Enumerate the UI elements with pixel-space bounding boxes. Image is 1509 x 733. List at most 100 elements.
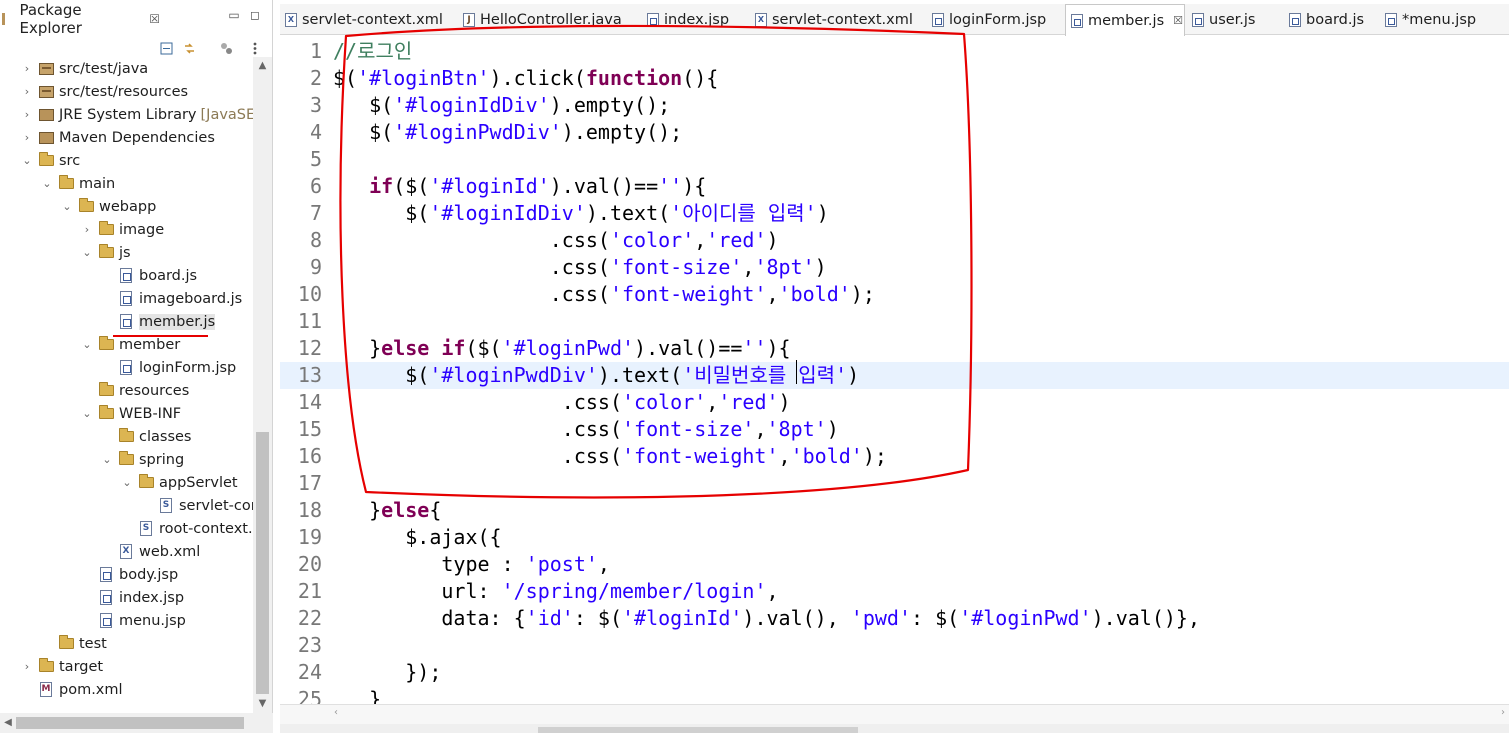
code-line[interactable]: 14 .css('color','red'): [280, 389, 1509, 416]
tree-item-src-test-java[interactable]: › src/test/java: [20, 57, 148, 80]
code-line[interactable]: 21 url: '/spring/member/login',: [280, 578, 1509, 605]
tab-menu-jsp[interactable]: *menu.jsp: [1380, 4, 1500, 35]
code-line[interactable]: 12 }else if($('#loginPwd').val()==''){: [280, 335, 1509, 362]
code-line[interactable]: 3 $('#loginIdDiv').empty();: [280, 92, 1509, 119]
code-line[interactable]: 1 //로그인: [280, 38, 1509, 65]
tree-item-member-js[interactable]: member.js: [100, 310, 216, 333]
tree-item-resources[interactable]: resources: [80, 379, 189, 402]
tree-item-appservlet[interactable]: ⌄ appServlet: [120, 471, 238, 494]
scroll-left-icon[interactable]: ◀: [0, 713, 16, 733]
tab-servlet-context-xml-2[interactable]: X servlet-context.xml: [750, 4, 925, 35]
close-icon[interactable]: ☒: [1173, 14, 1183, 27]
tree-item-maven-dependencies[interactable]: › Maven Dependencies: [20, 126, 215, 149]
tree-item-src[interactable]: ⌄ src: [20, 149, 80, 172]
tree-item-target[interactable]: › target: [20, 655, 103, 678]
focus-icon[interactable]: [220, 40, 233, 54]
tree-item-classes[interactable]: classes: [100, 425, 191, 448]
explorer-horizontal-scrollbar[interactable]: ◀: [0, 713, 273, 733]
tree-item-servlet-context-xml[interactable]: S servlet-con: [140, 494, 253, 517]
code-line[interactable]: 18 }else{: [280, 497, 1509, 524]
code-line[interactable]: 13 $('#loginPwdDiv').text('비밀번호를 입력'): [280, 362, 1509, 389]
tree-item-web-inf[interactable]: ⌄ WEB-INF: [80, 402, 181, 425]
tab-user-js[interactable]: user.js: [1187, 4, 1282, 35]
code-line[interactable]: 22 data: {'id': $('#loginId').val(), 'pw…: [280, 605, 1509, 632]
code-line[interactable]: 7 $('#loginIdDiv').text('아이디를 입력'): [280, 200, 1509, 227]
code-line[interactable]: 15 .css('font-size','8pt'): [280, 416, 1509, 443]
expand-icon[interactable]: ›: [80, 223, 94, 236]
code-line[interactable]: 10 .css('font-weight','bold');: [280, 281, 1509, 308]
tree-item-jre-system-library[interactable]: › JRE System Library [JavaSE-1: [20, 103, 253, 126]
code-line[interactable]: 9 .css('font-size','8pt'): [280, 254, 1509, 281]
scrollbar-thumb[interactable]: [538, 727, 858, 733]
code-line[interactable]: 17: [280, 470, 1509, 497]
code-line[interactable]: 25 }: [280, 686, 1509, 704]
code-token: ,: [597, 552, 610, 576]
tree-item-menu-jsp[interactable]: menu.jsp: [80, 609, 186, 632]
collapse-all-icon[interactable]: [160, 40, 173, 54]
tree-item-board-js[interactable]: board.js: [100, 264, 197, 287]
collapse-icon[interactable]: ⌄: [120, 476, 134, 489]
tab-index-jsp[interactable]: index.jsp: [642, 4, 747, 35]
expand-icon[interactable]: ›: [20, 660, 34, 673]
scroll-right-icon[interactable]: ›: [1501, 707, 1505, 718]
tree-item-webapp[interactable]: ⌄ webapp: [60, 195, 156, 218]
tab-board-js[interactable]: board.js: [1284, 4, 1379, 35]
tab-hellocontroller-java[interactable]: J HelloController.java: [458, 4, 640, 35]
explorer-vertical-scrollbar[interactable]: ▲ ▼: [253, 57, 272, 713]
line-number: 22: [297, 606, 322, 630]
tree-item-web-xml[interactable]: X web.xml: [100, 540, 200, 563]
code-line[interactable]: 19 $.ajax({: [280, 524, 1509, 551]
close-icon[interactable]: ☒: [149, 12, 160, 26]
maximize-button[interactable]: ◻: [248, 8, 262, 22]
tree-item-imageboard-js[interactable]: imageboard.js: [100, 287, 242, 310]
tree-item-spring[interactable]: ⌄ spring: [100, 448, 184, 471]
collapse-icon[interactable]: ⌄: [40, 177, 54, 190]
editor-horizontal-scrollbar[interactable]: ‹ ›: [280, 704, 1509, 724]
tree-item-image[interactable]: › image: [80, 218, 164, 241]
link-with-editor-icon[interactable]: [183, 40, 196, 54]
scroll-left-icon[interactable]: ‹: [334, 707, 338, 718]
collapse-icon[interactable]: ⌄: [80, 338, 94, 351]
tree-item-main[interactable]: ⌄ main: [40, 172, 115, 195]
code-line[interactable]: 8 .css('color','red'): [280, 227, 1509, 254]
tree-item-body-jsp[interactable]: body.jsp: [80, 563, 178, 586]
code-line[interactable]: 2 $('#loginBtn').click(function(){: [280, 65, 1509, 92]
collapse-icon[interactable]: ⌄: [80, 246, 94, 259]
tab-loginform-jsp[interactable]: loginForm.jsp: [927, 4, 1062, 35]
package-explorer-tab[interactable]: Package Explorer ☒: [0, 1, 160, 37]
code-line[interactable]: 20 type : 'post',: [280, 551, 1509, 578]
collapse-icon[interactable]: ⌄: [80, 407, 94, 420]
expand-icon[interactable]: ›: [20, 108, 34, 121]
code-editor[interactable]: 1//로그인 2 $('#loginBtn').click(function(){3…: [280, 36, 1509, 704]
code-line[interactable]: 23: [280, 632, 1509, 659]
tree-item-loginform-jsp[interactable]: loginForm.jsp: [100, 356, 236, 379]
tree-item-src-test-resources[interactable]: › src/test/resources: [20, 80, 188, 103]
collapse-icon[interactable]: ⌄: [100, 453, 114, 466]
code-line[interactable]: 24 });: [280, 659, 1509, 686]
collapse-icon[interactable]: ⌄: [20, 154, 34, 167]
code-token: ($(: [393, 174, 430, 198]
tree-item-js[interactable]: ⌄ js: [80, 241, 131, 264]
scroll-up-icon[interactable]: ▲: [253, 57, 272, 75]
tree-item-root-context-xml[interactable]: S root-context.x: [120, 517, 253, 540]
tree-item-test[interactable]: test: [40, 632, 107, 655]
view-menu-icon[interactable]: [249, 40, 262, 54]
code-line[interactable]: 5: [280, 146, 1509, 173]
scroll-down-icon[interactable]: ▼: [253, 695, 272, 713]
code-line[interactable]: 6 if($('#loginId').val()==''){: [280, 173, 1509, 200]
minimize-button[interactable]: ▭: [227, 8, 241, 22]
collapse-icon[interactable]: ⌄: [60, 200, 74, 213]
code-line[interactable]: 16 .css('font-weight','bold');: [280, 443, 1509, 470]
scrollbar-thumb[interactable]: [16, 717, 244, 729]
expand-icon[interactable]: ›: [20, 131, 34, 144]
tab-member-js[interactable]: member.js ☒: [1065, 4, 1185, 36]
tree-item-index-jsp[interactable]: index.jsp: [80, 586, 184, 609]
expand-icon[interactable]: ›: [20, 85, 34, 98]
code-line[interactable]: 4 $('#loginPwdDiv').empty();: [280, 119, 1509, 146]
code-line[interactable]: 11: [280, 308, 1509, 335]
tree-item-pom-xml[interactable]: M pom.xml: [20, 678, 123, 701]
code-token: '#loginPwdDiv': [429, 363, 598, 387]
scrollbar-thumb[interactable]: [256, 432, 269, 694]
expand-icon[interactable]: ›: [20, 62, 34, 75]
tab-servlet-context-xml[interactable]: X servlet-context.xml: [280, 4, 455, 35]
